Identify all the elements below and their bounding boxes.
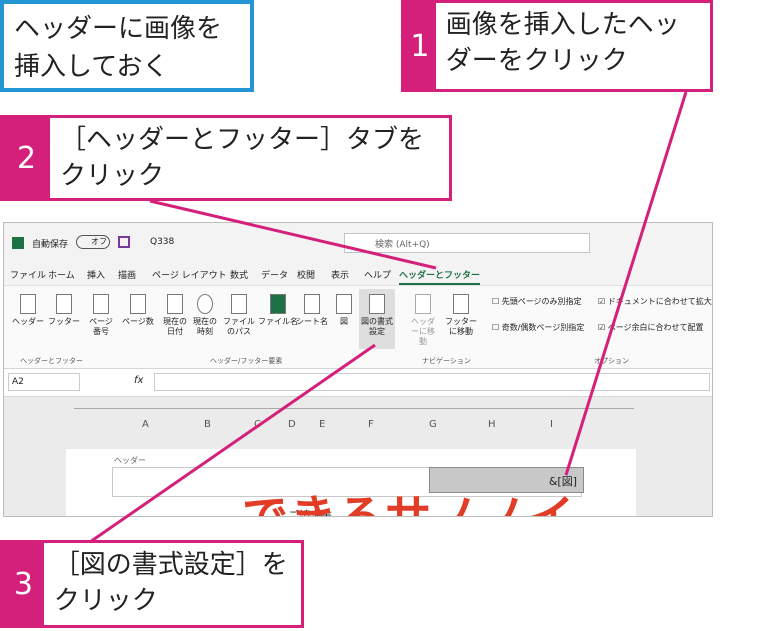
leader-line-1	[564, 91, 688, 476]
leader-line-3	[89, 343, 376, 544]
leader-line-2	[149, 199, 437, 270]
connector-lines	[89, 91, 688, 544]
